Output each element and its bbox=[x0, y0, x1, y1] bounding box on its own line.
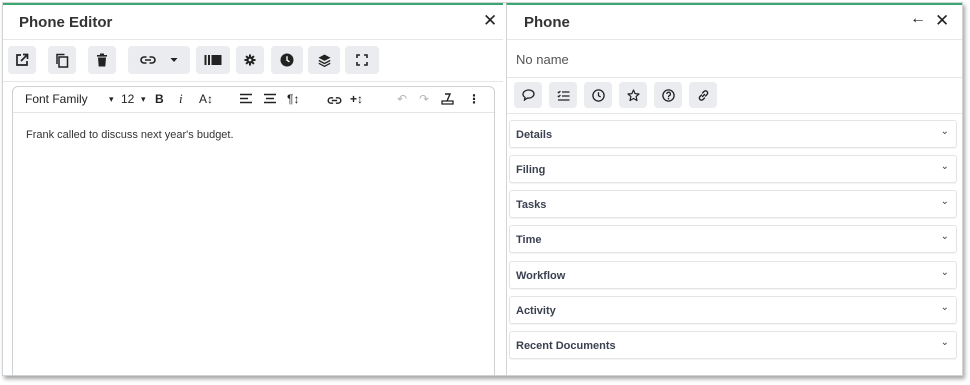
chevron-down-icon: ⌄ bbox=[940, 161, 949, 172]
section-tasks[interactable]: Tasks ⌄ bbox=[509, 190, 957, 218]
more-options-icon[interactable]: ⋮ bbox=[468, 92, 480, 106]
chevron-down-icon: ⌄ bbox=[940, 337, 949, 348]
open-external-button[interactable] bbox=[8, 46, 36, 74]
section-label: Time bbox=[516, 234, 542, 246]
align-left-icon bbox=[240, 93, 252, 104]
comment-button[interactable] bbox=[514, 82, 542, 108]
clock-icon bbox=[591, 88, 605, 102]
fullscreen-button[interactable] bbox=[345, 46, 379, 74]
chevron-down-icon[interactable]: ▾ bbox=[141, 94, 146, 105]
link-icon bbox=[698, 89, 708, 101]
help-button[interactable] bbox=[654, 82, 682, 108]
section-recent-documents[interactable]: Recent Documents ⌄ bbox=[509, 331, 957, 359]
link-button[interactable] bbox=[128, 46, 190, 74]
favorite-button[interactable] bbox=[619, 82, 647, 108]
trash-icon bbox=[97, 53, 107, 67]
star-icon bbox=[626, 88, 640, 101]
back-arrow-icon[interactable]: ← bbox=[910, 10, 926, 28]
align-center-button[interactable] bbox=[263, 93, 277, 107]
link-icon bbox=[140, 56, 156, 64]
italic-button[interactable]: i bbox=[179, 91, 183, 107]
layers-button[interactable] bbox=[308, 46, 340, 74]
chevron-down-icon: ⌄ bbox=[940, 126, 949, 137]
phone-details-panel: Phone ← ✕ No name Details ⌄ Filing ⌄ Tas… bbox=[506, 3, 962, 375]
section-label: Filing bbox=[516, 164, 546, 176]
link-button[interactable] bbox=[689, 82, 717, 108]
section-workflow[interactable]: Workflow ⌄ bbox=[509, 261, 957, 289]
record-name: No name bbox=[516, 52, 569, 67]
close-icon[interactable]: ✕ bbox=[935, 11, 949, 31]
section-filing[interactable]: Filing ⌄ bbox=[509, 155, 957, 183]
divider bbox=[507, 39, 962, 40]
editor-content[interactable]: Frank called to discuss next year's budg… bbox=[26, 129, 234, 141]
paragraph-button[interactable]: ¶↕ bbox=[287, 92, 299, 106]
comment-icon bbox=[521, 89, 535, 101]
panel-title: Phone Editor bbox=[19, 14, 113, 31]
close-icon[interactable]: ✕ bbox=[483, 11, 497, 31]
time-button[interactable] bbox=[584, 82, 612, 108]
settings-button[interactable] bbox=[236, 46, 264, 74]
editor-toolbar: Font Family ▾ 12 ▾ B i A↕ ¶↕ +↕ ↶ ↷ ⋮ bbox=[13, 87, 494, 113]
section-label: Workflow bbox=[516, 270, 566, 282]
redo-icon[interactable]: ↷ bbox=[419, 92, 429, 106]
layers-icon bbox=[317, 54, 331, 67]
clock-icon bbox=[280, 53, 294, 67]
font-size-tool-button[interactable]: A↕ bbox=[199, 92, 213, 106]
library-icon bbox=[204, 55, 222, 65]
history-button[interactable] bbox=[271, 46, 303, 74]
divider bbox=[507, 113, 962, 114]
section-label: Recent Documents bbox=[516, 340, 616, 352]
divider bbox=[3, 39, 503, 40]
eraser-icon bbox=[441, 93, 454, 105]
bold-button[interactable]: B bbox=[155, 92, 164, 106]
copy-icon bbox=[56, 53, 69, 68]
section-label: Details bbox=[516, 129, 553, 141]
chevron-down-icon: ⌄ bbox=[940, 231, 949, 242]
help-icon bbox=[661, 88, 675, 102]
section-activity[interactable]: Activity ⌄ bbox=[509, 296, 957, 324]
clear-format-button[interactable] bbox=[441, 93, 454, 108]
rich-text-editor: Font Family ▾ 12 ▾ B i A↕ ¶↕ +↕ ↶ ↷ ⋮ Fr… bbox=[12, 86, 495, 375]
copy-button[interactable] bbox=[48, 46, 76, 74]
divider bbox=[507, 77, 962, 78]
open-external-icon bbox=[16, 53, 29, 66]
section-label: Activity bbox=[516, 305, 556, 317]
delete-button[interactable] bbox=[88, 46, 116, 74]
insert-button[interactable]: +↕ bbox=[350, 92, 363, 106]
fullscreen-icon bbox=[356, 54, 368, 66]
chevron-down-icon bbox=[170, 58, 178, 62]
panel-title: Phone bbox=[524, 14, 570, 31]
gear-icon bbox=[244, 54, 256, 66]
link-icon bbox=[327, 97, 342, 104]
undo-icon[interactable]: ↶ bbox=[397, 92, 407, 106]
section-details[interactable]: Details ⌄ bbox=[509, 120, 957, 148]
chevron-down-icon[interactable]: ▾ bbox=[109, 94, 114, 105]
font-family-select[interactable]: Font Family bbox=[25, 92, 88, 106]
chevron-down-icon: ⌄ bbox=[940, 196, 949, 207]
library-button[interactable] bbox=[196, 46, 230, 74]
app-window: Phone Editor ✕ Font Family ▾ 12 ▾ B i A↕… bbox=[2, 2, 963, 376]
chevron-down-icon: ⌄ bbox=[940, 302, 949, 313]
align-left-button[interactable] bbox=[239, 93, 253, 107]
font-size-select[interactable]: 12 bbox=[121, 92, 134, 106]
checklist-icon bbox=[556, 90, 569, 101]
section-time[interactable]: Time ⌄ bbox=[509, 225, 957, 253]
section-label: Tasks bbox=[516, 199, 547, 211]
divider bbox=[3, 81, 503, 82]
chevron-down-icon: ⌄ bbox=[940, 267, 949, 278]
insert-link-button[interactable] bbox=[327, 94, 342, 108]
checklist-button[interactable] bbox=[549, 82, 577, 108]
phone-editor-panel: Phone Editor ✕ Font Family ▾ 12 ▾ B i A↕… bbox=[3, 3, 503, 375]
align-center-icon bbox=[264, 93, 276, 104]
